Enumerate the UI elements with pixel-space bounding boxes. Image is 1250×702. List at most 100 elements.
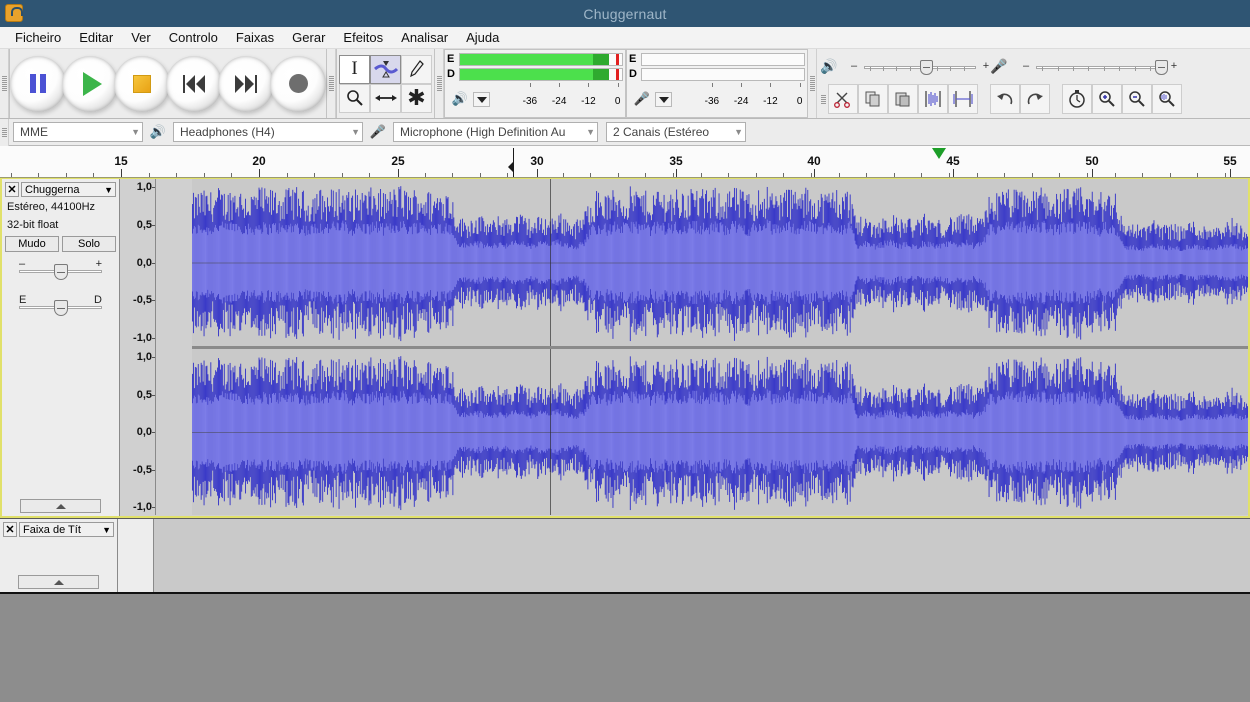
skip-start-icon xyxy=(183,74,205,93)
menu-item-controlo[interactable]: Controlo xyxy=(160,28,227,47)
record-meter[interactable]: E D 🎤 -36 -24 -12 0 xyxy=(626,49,808,118)
audio-track[interactable]: ✕ Chuggerna ▼ Estéreo, 44100Hz 32-bit fl… xyxy=(0,178,1250,518)
play-button[interactable] xyxy=(62,55,118,112)
menu-item-analisar[interactable]: Analisar xyxy=(392,28,457,47)
track-name-dropdown[interactable]: Chuggerna ▼ xyxy=(21,182,116,197)
track-solo-button[interactable]: Solo xyxy=(62,236,116,252)
trim-audio-button[interactable] xyxy=(918,84,948,114)
ruler-minor-tick xyxy=(839,173,840,177)
record-meter-menu-button[interactable] xyxy=(655,92,672,107)
ruler-minor-tick xyxy=(176,173,177,177)
ruler-major-tick xyxy=(1092,169,1093,177)
paste-button[interactable] xyxy=(888,84,918,114)
copy-icon xyxy=(865,91,880,107)
input-channels-select[interactable]: 2 Canais (Estéreo ▼ xyxy=(606,122,746,142)
pan-left-label: E xyxy=(19,294,27,306)
vertical-ruler-tick xyxy=(152,432,155,433)
label-track-close-button[interactable]: ✕ xyxy=(3,522,17,537)
envelope-tool[interactable] xyxy=(370,54,401,84)
playhead-marker[interactable] xyxy=(932,148,946,159)
fit-selection-button[interactable] xyxy=(1152,84,1182,114)
skip-to-start-button[interactable] xyxy=(166,55,222,112)
audio-host-select[interactable]: MME ▼ xyxy=(13,122,143,142)
label-track-collapse-button[interactable] xyxy=(18,575,99,589)
zoom-toggle-button[interactable] xyxy=(1062,84,1092,114)
cut-button[interactable] xyxy=(828,84,858,114)
copy-button[interactable] xyxy=(858,84,888,114)
menu-item-ver[interactable]: Ver xyxy=(122,28,160,47)
label-track-body[interactable] xyxy=(154,519,1250,592)
menu-item-gerar[interactable]: Gerar xyxy=(283,28,334,47)
ruler-minor-tick xyxy=(314,173,315,177)
input-device-select[interactable]: Microphone (High Definition Au ▼ xyxy=(393,122,598,142)
double-arrow-icon xyxy=(374,95,397,101)
label-track[interactable]: ✕ Faixa de Tít ▼ xyxy=(0,518,1250,594)
zoom-in-button[interactable] xyxy=(1092,84,1122,114)
track-control-panel[interactable]: ✕ Chuggerna ▼ Estéreo, 44100Hz 32-bit fl… xyxy=(2,179,120,516)
pause-button[interactable] xyxy=(10,55,66,112)
playback-meter-menu-button[interactable] xyxy=(473,92,490,107)
zoom-out-button[interactable] xyxy=(1122,84,1152,114)
output-device-value: Headphones (H4) xyxy=(180,125,275,139)
edit-cursor-line xyxy=(550,179,551,346)
zoom-tool[interactable] xyxy=(339,83,370,113)
undo-button[interactable] xyxy=(990,84,1020,114)
ruler-minor-tick xyxy=(507,173,508,177)
playback-meter-scale: -36 -24 -12 0 xyxy=(490,83,623,107)
menu-item-efeitos[interactable]: Efeitos xyxy=(334,28,392,47)
mixer-toolbar-grip[interactable] xyxy=(808,49,817,118)
meter-peak xyxy=(592,53,610,65)
ruler-label: 35 xyxy=(669,154,683,168)
tools-toolbar-grip[interactable] xyxy=(327,49,336,118)
timeline-ruler[interactable]: 15 20 25 30 35 40 45 50 55 xyxy=(0,146,1250,178)
menu-item-ajuda[interactable]: Ajuda xyxy=(457,28,508,47)
silence-audio-button[interactable] xyxy=(948,84,978,114)
stop-button[interactable] xyxy=(114,55,170,112)
track-mute-button[interactable]: Mudo xyxy=(5,236,59,252)
ruler-minor-tick xyxy=(921,173,922,177)
track-gain-slider[interactable]: – + xyxy=(5,258,116,282)
playback-meter-channel-left: E xyxy=(447,53,455,65)
transport-toolbar-grip[interactable] xyxy=(0,49,9,118)
window-title: Chuggernaut xyxy=(583,5,667,22)
input-volume-slider[interactable] xyxy=(1036,58,1169,75)
track-format-bitdepth: 32-bit float xyxy=(7,219,59,231)
meter-toolbar-grip[interactable] xyxy=(435,49,444,118)
vertical-ruler-label: 0,0 xyxy=(136,426,152,438)
meter-fill xyxy=(460,68,593,80)
output-volume-slider[interactable] xyxy=(864,58,976,75)
skip-to-end-button[interactable] xyxy=(218,55,274,112)
label-track-control-panel[interactable]: ✕ Faixa de Tít ▼ xyxy=(0,519,118,592)
ruler-label: 45 xyxy=(946,154,960,168)
tools-toolbar: I ✱ xyxy=(336,49,435,118)
label-track-name-dropdown[interactable]: Faixa de Tít ▼ xyxy=(19,522,114,537)
track-collapse-button[interactable] xyxy=(20,499,101,513)
redo-button[interactable] xyxy=(1020,84,1050,114)
ruler-minor-tick xyxy=(811,173,812,177)
menu-bar: Ficheiro Editar Ver Controlo Faixas Gerar Efei… xyxy=(0,27,1250,49)
play-icon xyxy=(83,71,102,96)
waveform-right-channel[interactable] xyxy=(192,349,1248,515)
track-pan-slider[interactable]: E D xyxy=(5,294,116,318)
selection-tool[interactable]: I xyxy=(339,54,370,84)
envelope-icon xyxy=(373,61,398,78)
meter-tick: 0 xyxy=(796,96,803,107)
menu-item-faixas[interactable]: Faixas xyxy=(227,28,283,47)
record-button[interactable] xyxy=(270,55,326,112)
pencil-icon xyxy=(409,60,424,78)
menu-item-ficheiro[interactable]: Ficheiro xyxy=(6,28,70,47)
waveform-left-channel[interactable] xyxy=(192,179,1248,346)
track-close-button[interactable]: ✕ xyxy=(5,182,19,197)
playback-meter[interactable]: E D 🔊 -36 -24 -12 0 xyxy=(444,49,626,118)
output-device-select[interactable]: Headphones (H4) ▼ xyxy=(173,122,363,142)
menu-item-editar[interactable]: Editar xyxy=(70,28,122,47)
vertical-ruler-tick xyxy=(152,224,155,226)
vertical-ruler-left-channel: 1,0 0,5 0,0 -0,5 -1,0 1,0 0,5 0,0 -0,5 -1,0 xyxy=(120,179,156,515)
timeshift-tool[interactable] xyxy=(370,83,401,113)
meter-tick: -24 xyxy=(733,96,749,107)
multi-tool[interactable]: ✱ xyxy=(401,83,432,113)
device-toolbar-grip[interactable] xyxy=(0,118,9,146)
draw-tool[interactable] xyxy=(401,54,432,84)
ruler-minor-tick xyxy=(756,173,757,177)
edit-toolbar-grip[interactable] xyxy=(819,83,828,115)
